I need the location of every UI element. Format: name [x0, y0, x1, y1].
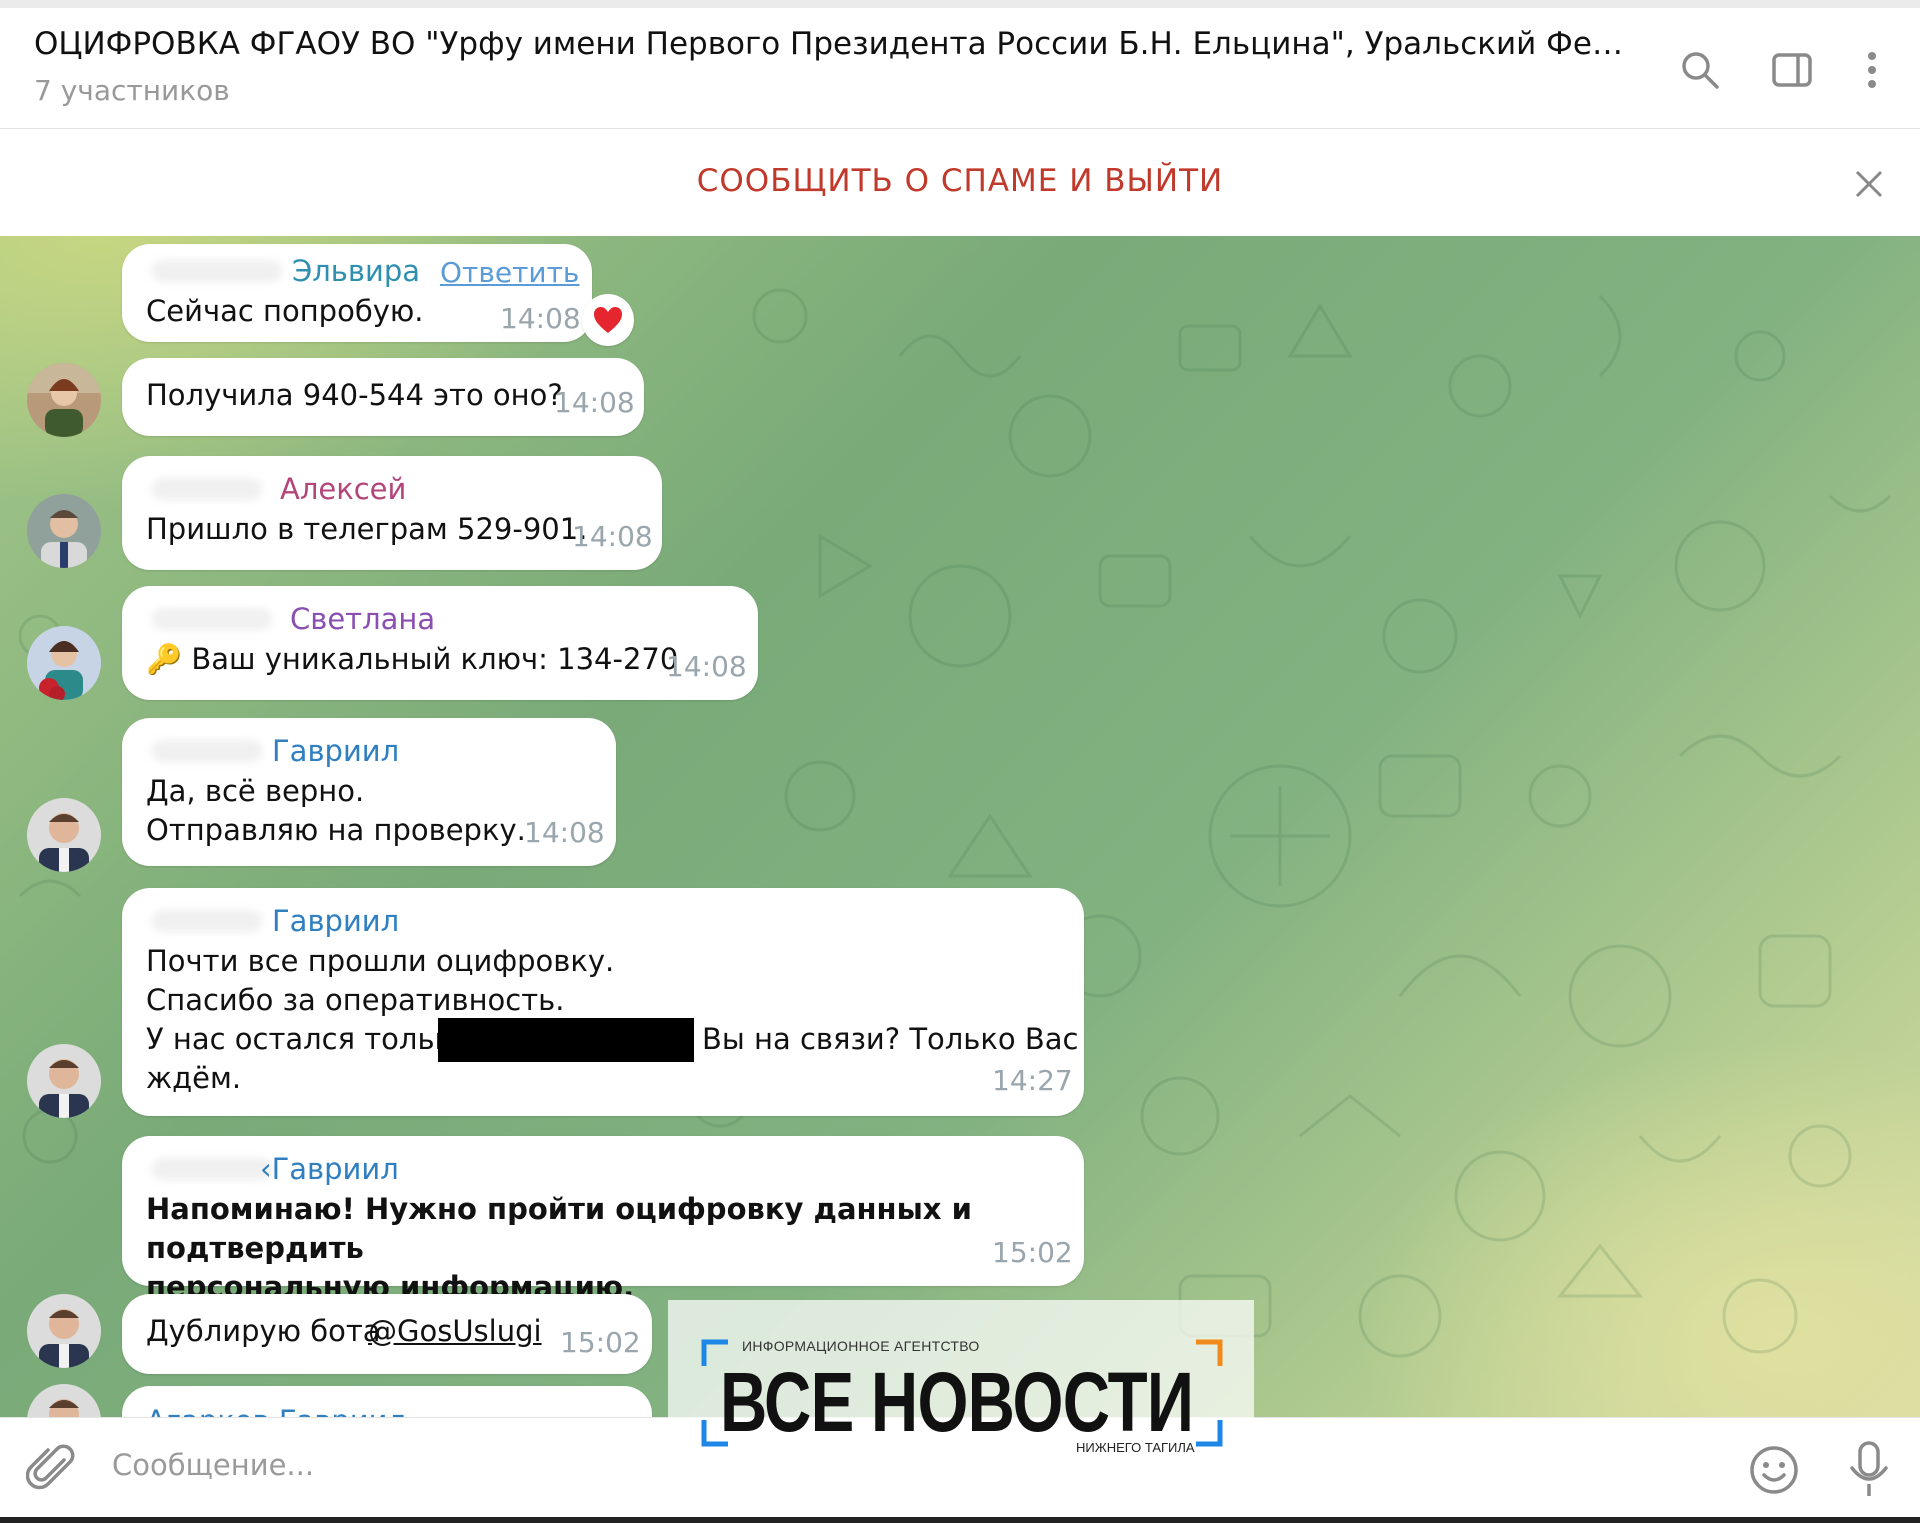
- avatar[interactable]: [27, 626, 101, 700]
- message-text: Дублирую бота: [146, 1314, 381, 1348]
- message-bubble[interactable]: Агарков Гавриил: [122, 1386, 652, 1417]
- watermark-city: НИЖНЕГО ТАГИЛА: [1076, 1440, 1195, 1455]
- report-spam-bar: СООБЩИТЬ О СПАМЕ И ВЫЙТИ: [0, 129, 1920, 236]
- message-sender[interactable]: Эльвира: [292, 254, 420, 288]
- message-sender[interactable]: Светлана: [290, 602, 435, 636]
- avatar[interactable]: [27, 363, 101, 437]
- message-bubble[interactable]: ‹Гавриил Напоминаю! Нужно пройти оцифров…: [122, 1136, 1084, 1304]
- message-time: 14:08: [572, 520, 653, 553]
- message-text: Пришло в телеграм 529-901.: [146, 512, 588, 546]
- window-bottom-strip: [0, 1517, 1920, 1523]
- message-sender[interactable]: Агарков Гавриил: [146, 1404, 406, 1417]
- message-text: Напоминаю! Нужно пройти оцифровку данных…: [146, 1192, 972, 1304]
- message-time: 14:27: [992, 1064, 1073, 1097]
- message-text: 🔑 Ваш уникальный ключ: 134-270: [146, 642, 679, 676]
- message-bubble[interactable]: Светлана 🔑 Ваш уникальный ключ: 134-270 …: [122, 586, 758, 700]
- heart-reaction-icon[interactable]: [582, 294, 634, 346]
- message-text: Вы на связи? Только Вас: [702, 1022, 1079, 1056]
- paperclip-icon[interactable]: [25, 1442, 80, 1496]
- message-bubble[interactable]: Получила 940-544 это оно? 14:08: [122, 358, 644, 436]
- blurred-surname: [152, 478, 262, 500]
- chat-history[interactable]: Эльвира Ответить Сейчас попробую. 14:08 …: [0, 236, 1920, 1417]
- message-sender[interactable]: Гавриил: [272, 904, 399, 938]
- message-text: Почти все прошли оцифровку.: [146, 944, 615, 978]
- message-sender[interactable]: Гавриил: [272, 734, 399, 768]
- chat-header: ОЦИФРОВКА ФГАОУ ВО "Урфу имени Первого П…: [0, 8, 1920, 129]
- blurred-surname: [152, 910, 262, 932]
- more-vertical-icon[interactable]: [1844, 42, 1900, 98]
- message-bubble[interactable]: Дублирую бота @GosUslugi 15:02: [122, 1294, 652, 1374]
- message-time: 14:08: [554, 386, 635, 419]
- emoji-icon[interactable]: [1748, 1444, 1800, 1496]
- message-time: 14:08: [524, 816, 605, 849]
- message-sender[interactable]: Алексей: [280, 472, 406, 506]
- search-icon[interactable]: [1672, 42, 1728, 98]
- watermark-caption: ИНФОРМАЦИОННОЕ АГЕНТСТВО: [742, 1338, 980, 1354]
- blurred-surname: [152, 1158, 272, 1180]
- blurred-surname: [152, 260, 282, 282]
- bot-mention-link[interactable]: @GosUslugi: [368, 1312, 542, 1351]
- avatar[interactable]: [27, 1044, 101, 1118]
- blurred-surname: [152, 740, 262, 762]
- message-time: 15:02: [992, 1236, 1073, 1269]
- members-count[interactable]: 7 участников: [34, 74, 230, 107]
- message-input[interactable]: Сообщение...: [112, 1448, 314, 1482]
- message-time: 15:02: [560, 1326, 641, 1359]
- news-agency-watermark: ИНФОРМАЦИОННОЕ АГЕНТСТВО ВСЕ НОВОСТИ НИЖ…: [668, 1300, 1254, 1478]
- microphone-icon[interactable]: [1846, 1440, 1892, 1500]
- reply-link[interactable]: Ответить: [440, 256, 579, 289]
- message-text: Сейчас попробую.: [146, 294, 424, 328]
- message-bubble[interactable]: Эльвира Ответить Сейчас попробую. 14:08: [122, 244, 592, 342]
- message-time: 14:08: [666, 650, 747, 683]
- message-sender[interactable]: ‹Гавриил: [260, 1152, 399, 1186]
- avatar[interactable]: [27, 798, 101, 872]
- close-icon[interactable]: [1846, 161, 1892, 207]
- avatar[interactable]: [27, 494, 101, 568]
- message-text: У нас остался только: [146, 1022, 470, 1056]
- avatar[interactable]: [27, 1294, 101, 1368]
- message-text: Да, всё верно. Отправляю на проверку.: [146, 774, 526, 847]
- message-text: ждём.: [146, 1061, 242, 1095]
- message-bubble[interactable]: Гавриил Почти все прошли оцифровку. Спас…: [122, 888, 1084, 1116]
- message-bubble[interactable]: Алексей Пришло в телеграм 529-901. 14:08: [122, 456, 662, 570]
- redacted-name: [438, 1018, 694, 1062]
- message-text: Получила 940-544 это оно?: [146, 378, 563, 412]
- message-time: 14:08: [500, 302, 581, 335]
- message-bubble[interactable]: Гавриил Да, всё верно. Отправляю на пров…: [122, 718, 616, 866]
- watermark-title: ВСЕ НОВОСТИ: [720, 1355, 1194, 1449]
- chat-title[interactable]: ОЦИФРОВКА ФГАОУ ВО "Урфу имени Первого П…: [34, 26, 1644, 62]
- message-text: Спасибо за оперативность.: [146, 983, 565, 1017]
- blurred-surname: [152, 608, 272, 630]
- report-spam-button[interactable]: СООБЩИТЬ О СПАМЕ И ВЫЙТИ: [0, 163, 1920, 199]
- window-top-strip: [0, 0, 1920, 8]
- sidebar-toggle-icon[interactable]: [1764, 42, 1820, 98]
